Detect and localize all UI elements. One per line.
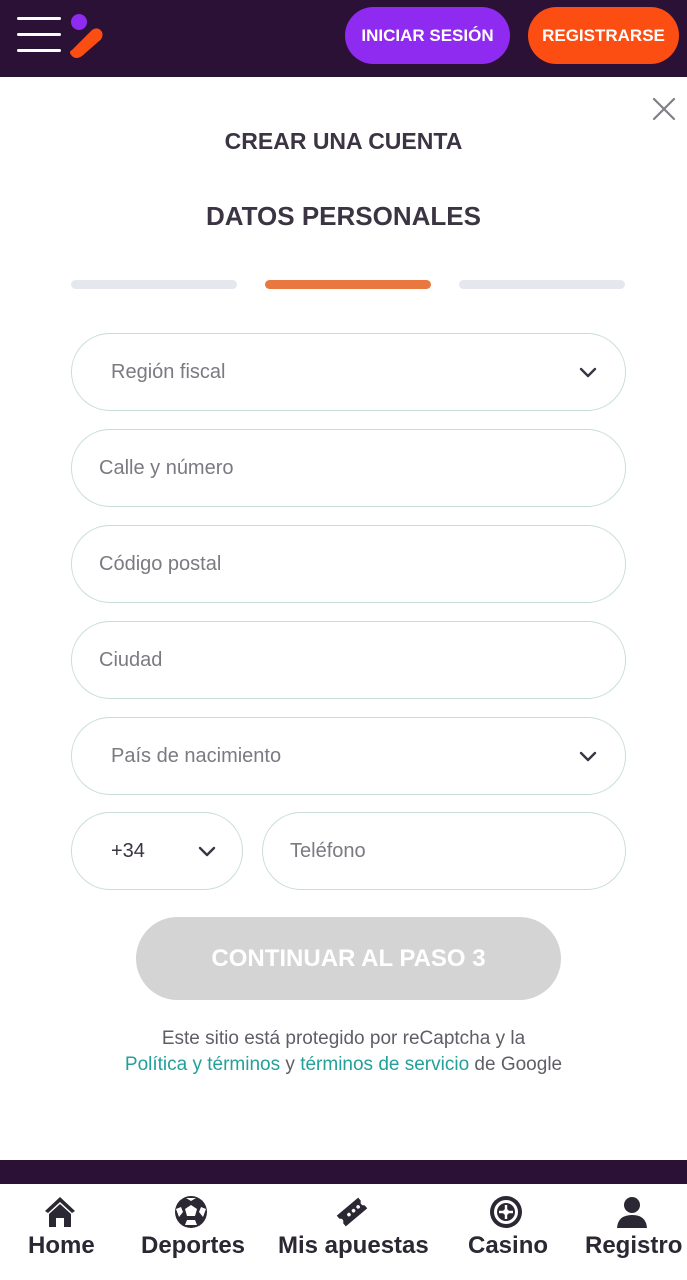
fiscal-region-select[interactable]: Región fiscal: [71, 333, 626, 411]
registration-page: INICIAR SESIÓN REGISTRARSE CREAR UNA CUE…: [0, 0, 687, 1280]
nav-label-home: Home: [28, 1232, 95, 1259]
footer-band: [0, 1160, 687, 1184]
fiscal-region-placeholder: Región fiscal: [111, 360, 226, 383]
ticket-icon: [336, 1197, 368, 1227]
city-input[interactable]: Ciudad: [71, 621, 626, 699]
legal-text-3: de Google: [474, 1054, 563, 1075]
register-button[interactable]: REGISTRARSE: [528, 7, 679, 64]
postal-code-placeholder: Código postal: [99, 552, 222, 575]
nav-label-register: Registro: [585, 1232, 683, 1259]
legal-text-1: Este sitio está protegido por reCaptcha …: [161, 1028, 526, 1049]
login-button[interactable]: INICIAR SESIÓN: [345, 7, 510, 64]
chevron-down-icon: [579, 367, 597, 378]
phone-prefix-value: +34: [111, 839, 145, 862]
nav-label-casino: Casino: [468, 1232, 549, 1259]
progress-step-3: [459, 280, 625, 289]
nav-item-casino[interactable]: Casino: [463, 1184, 553, 1280]
nav-item-sports[interactable]: Deportes: [137, 1184, 247, 1280]
street-input[interactable]: Calle y número: [71, 429, 626, 507]
phone-input[interactable]: Teléfono: [262, 812, 626, 890]
nav-item-my-bets[interactable]: Mis apuestas: [276, 1184, 431, 1280]
nav-item-register[interactable]: Registro: [582, 1184, 682, 1280]
chevron-down-icon: [198, 846, 216, 857]
progress-step-1: [71, 280, 237, 289]
policy-link[interactable]: Política y términos: [125, 1054, 280, 1075]
user-icon: [617, 1197, 647, 1228]
birth-country-select[interactable]: País de nacimiento: [71, 717, 626, 795]
legal-text-2: y: [285, 1054, 295, 1075]
phone-placeholder: Teléfono: [290, 839, 366, 862]
soccer-ball-icon: [175, 1196, 207, 1228]
birth-country-placeholder: País de nacimiento: [111, 744, 282, 767]
top-header: INICIAR SESIÓN REGISTRARSE: [0, 0, 687, 77]
nav-label-sports: Deportes: [141, 1232, 246, 1259]
continue-step-3-button[interactable]: CONTINUAR AL PASO 3: [136, 917, 561, 1000]
home-icon: [45, 1197, 75, 1227]
section-subtitle: DATOS PERSONALES: [206, 201, 481, 231]
nav-item-home[interactable]: Home: [20, 1184, 110, 1280]
street-placeholder: Calle y número: [99, 456, 234, 479]
close-icon[interactable]: [651, 96, 677, 122]
postal-code-input[interactable]: Código postal: [71, 525, 626, 603]
form-title: CREAR UNA CUENTA: [224, 128, 463, 154]
progress-step-2-active: [265, 280, 431, 289]
terms-of-service-link[interactable]: términos de servicio: [300, 1054, 469, 1075]
nav-label-my-bets: Mis apuestas: [278, 1232, 429, 1259]
hamburger-menu-icon[interactable]: [17, 15, 61, 55]
chevron-down-icon: [579, 751, 597, 762]
phone-prefix-select[interactable]: +34: [71, 812, 243, 890]
city-placeholder: Ciudad: [99, 648, 163, 671]
recaptcha-notice: Este sitio está protegido por reCaptcha …: [120, 1026, 567, 1078]
brand-logo[interactable]: [68, 12, 106, 60]
roulette-icon: [490, 1196, 522, 1228]
bottom-navigation: Home Deportes Mis apuestas Casino Regist…: [0, 1184, 687, 1280]
